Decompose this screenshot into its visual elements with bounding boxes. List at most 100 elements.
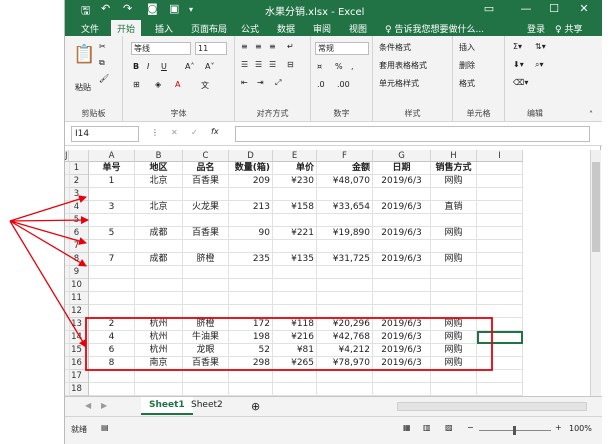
cell-b11[interactable]: [135, 292, 183, 305]
cell-d14[interactable]: 198: [229, 331, 273, 344]
cell-f3[interactable]: [317, 188, 373, 201]
cell-j8[interactable]: [65, 253, 70, 266]
cell-b15[interactable]: 杭州: [135, 344, 183, 357]
cell-j14[interactable]: [65, 331, 70, 344]
cell-g12[interactable]: [373, 305, 431, 318]
column-header-e[interactable]: E: [273, 150, 317, 162]
cell-f1[interactable]: 金额: [317, 162, 373, 175]
cell-h15[interactable]: 网购: [431, 344, 477, 357]
cell-a16[interactable]: 8: [89, 357, 135, 370]
cell-h12[interactable]: [431, 305, 477, 318]
cell-b10[interactable]: [135, 279, 183, 292]
cell-g13[interactable]: 2019/6/3: [373, 318, 431, 331]
cell-e13[interactable]: ¥118: [273, 318, 317, 331]
cell-b13[interactable]: 杭州: [135, 318, 183, 331]
cell-e8[interactable]: ¥135: [273, 253, 317, 266]
cell-h16[interactable]: 网购: [431, 357, 477, 370]
top-align-icon[interactable]: ≡: [241, 42, 248, 51]
cell-f12[interactable]: [317, 305, 373, 318]
cell-c4[interactable]: 火龙果: [183, 201, 229, 214]
cell-j11[interactable]: [65, 292, 70, 305]
column-header-j[interactable]: J: [65, 150, 69, 162]
cell-h4[interactable]: 直销: [431, 201, 477, 214]
sign-in-link[interactable]: 登录: [527, 22, 545, 35]
cell-d13[interactable]: 172: [229, 318, 273, 331]
cell-c17[interactable]: [183, 370, 229, 383]
fill-icon[interactable]: ⬇▾: [513, 60, 524, 69]
cell-a17[interactable]: [89, 370, 135, 383]
orientation-icon[interactable]: ⤢: [275, 78, 281, 88]
cell-f6[interactable]: ¥19,890: [317, 227, 373, 240]
cell-d1[interactable]: 数量(箱): [229, 162, 273, 175]
phonetic-icon[interactable]: 文: [201, 80, 209, 91]
customize-qat-icon[interactable]: ▾: [189, 5, 193, 14]
cell-j13[interactable]: [65, 318, 70, 331]
cell-h14[interactable]: 网购: [431, 331, 477, 344]
cell-a12[interactable]: [89, 305, 135, 318]
cell-g7[interactable]: [373, 240, 431, 253]
page-layout-view-icon[interactable]: ▥: [423, 423, 431, 432]
cell-d12[interactable]: [229, 305, 273, 318]
find-select-icon[interactable]: ⌕▾: [535, 60, 544, 70]
bold-button[interactable]: B: [133, 62, 139, 71]
cell-g4[interactable]: 2019/6/3: [373, 201, 431, 214]
cell-g17[interactable]: [373, 370, 431, 383]
sheet-tab-sheet2[interactable]: Sheet2: [183, 397, 231, 415]
cell-d16[interactable]: 298: [229, 357, 273, 370]
page-break-view-icon[interactable]: ▨: [445, 423, 453, 432]
cell-d10[interactable]: [229, 279, 273, 292]
tab-insert[interactable]: 插入: [155, 22, 173, 35]
tab-view[interactable]: 视图: [349, 22, 367, 35]
cell-i7[interactable]: [477, 240, 523, 253]
column-header-f[interactable]: F: [317, 150, 373, 162]
cell-c10[interactable]: [183, 279, 229, 292]
shrink-font-icon[interactable]: A˅: [205, 62, 214, 71]
font-color-icon[interactable]: A: [175, 80, 180, 89]
cell-f14[interactable]: ¥42,768: [317, 331, 373, 344]
cell-j1[interactable]: [65, 162, 70, 175]
macro-record-icon[interactable]: ▤: [101, 423, 109, 432]
clear-icon[interactable]: ⌫▾: [513, 78, 528, 87]
cancel-icon[interactable]: ✕: [171, 128, 178, 137]
cell-f11[interactable]: [317, 292, 373, 305]
comma-icon[interactable]: ,: [351, 62, 354, 71]
cell-c11[interactable]: [183, 292, 229, 305]
cell-c15[interactable]: 龙眼: [183, 344, 229, 357]
collapse-ribbon-icon[interactable]: ˄: [589, 110, 593, 119]
cell-b6[interactable]: 成都: [135, 227, 183, 240]
cell-b8[interactable]: 成都: [135, 253, 183, 266]
borders-icon[interactable]: ⊞: [133, 80, 140, 89]
paste-button-label[interactable]: 粘贴: [75, 82, 91, 93]
cell-h18[interactable]: [431, 383, 477, 396]
cell-e9[interactable]: [273, 266, 317, 279]
tell-me-box[interactable]: ♀ 告诉我您想要做什么...: [385, 22, 484, 35]
tab-page-layout[interactable]: 页面布局: [191, 22, 227, 35]
cell-b12[interactable]: [135, 305, 183, 318]
cell-i13[interactable]: [477, 318, 523, 331]
format-painter-icon[interactable]: 🖌: [99, 74, 109, 83]
cell-h17[interactable]: [431, 370, 477, 383]
currency-icon[interactable]: ¤: [317, 62, 322, 71]
cell-d4[interactable]: 213: [229, 201, 273, 214]
cell-b5[interactable]: [135, 214, 183, 227]
cut-icon[interactable]: ✂: [99, 42, 106, 51]
cell-i1[interactable]: [477, 162, 523, 175]
format-cells-button[interactable]: 格式: [459, 78, 475, 89]
cell-d7[interactable]: [229, 240, 273, 253]
cell-i4[interactable]: [477, 201, 523, 214]
cell-g16[interactable]: 2019/6/3: [373, 357, 431, 370]
align-right-icon[interactable]: ☰: [269, 60, 276, 69]
cell-d6[interactable]: 90: [229, 227, 273, 240]
vertical-scrollbar-thumb[interactable]: [592, 162, 600, 252]
cell-i3[interactable]: [477, 188, 523, 201]
cell-a8[interactable]: 7: [89, 253, 135, 266]
cell-i15[interactable]: [477, 344, 523, 357]
cell-j16[interactable]: [65, 357, 70, 370]
cell-a10[interactable]: [89, 279, 135, 292]
cell-e17[interactable]: [273, 370, 317, 383]
cell-g6[interactable]: 2019/6/3: [373, 227, 431, 240]
cell-a5[interactable]: [89, 214, 135, 227]
column-header-b[interactable]: B: [135, 150, 183, 162]
cell-a4[interactable]: 3: [89, 201, 135, 214]
ribbon-display-icon[interactable]: ▭: [480, 2, 498, 15]
